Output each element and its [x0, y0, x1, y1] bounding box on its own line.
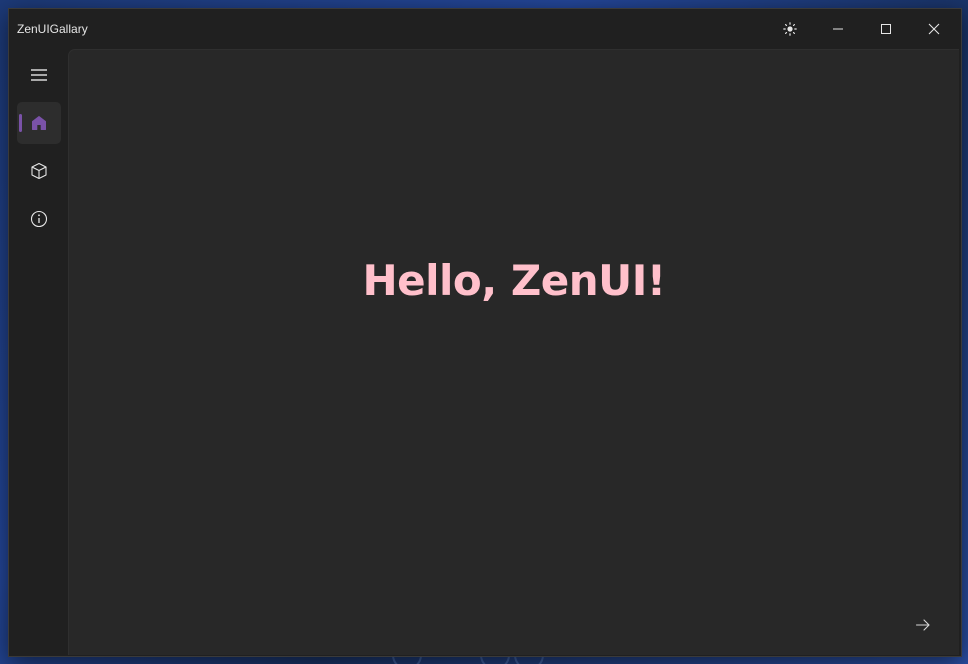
minimize-icon [833, 28, 843, 30]
hamburger-icon [31, 69, 47, 81]
sidebar-item-about[interactable] [17, 198, 61, 240]
theme-toggle-button[interactable] [767, 9, 813, 49]
app-window: ZenUIGallary Hello, ZenUI! [8, 8, 962, 657]
selection-indicator [19, 114, 22, 132]
window-title: ZenUIGallary [17, 22, 88, 36]
close-button[interactable] [911, 9, 957, 49]
arrow-right-icon [915, 619, 930, 631]
minimize-button[interactable] [815, 9, 861, 49]
greeting-heading: Hello, ZenUI! [362, 256, 666, 305]
main-content: Hello, ZenUI! [68, 49, 959, 655]
home-icon [32, 116, 46, 130]
navigation-sidebar [9, 49, 67, 656]
sun-icon [783, 22, 797, 36]
menu-toggle-button[interactable] [17, 54, 61, 96]
cube-icon [31, 162, 47, 180]
sidebar-item-home[interactable] [17, 102, 61, 144]
close-icon [928, 23, 940, 35]
next-button[interactable] [909, 611, 937, 639]
maximize-button[interactable] [863, 9, 909, 49]
sidebar-item-components[interactable] [17, 150, 61, 192]
maximize-icon [881, 24, 891, 34]
title-bar[interactable]: ZenUIGallary [9, 9, 961, 49]
info-icon [30, 210, 48, 228]
